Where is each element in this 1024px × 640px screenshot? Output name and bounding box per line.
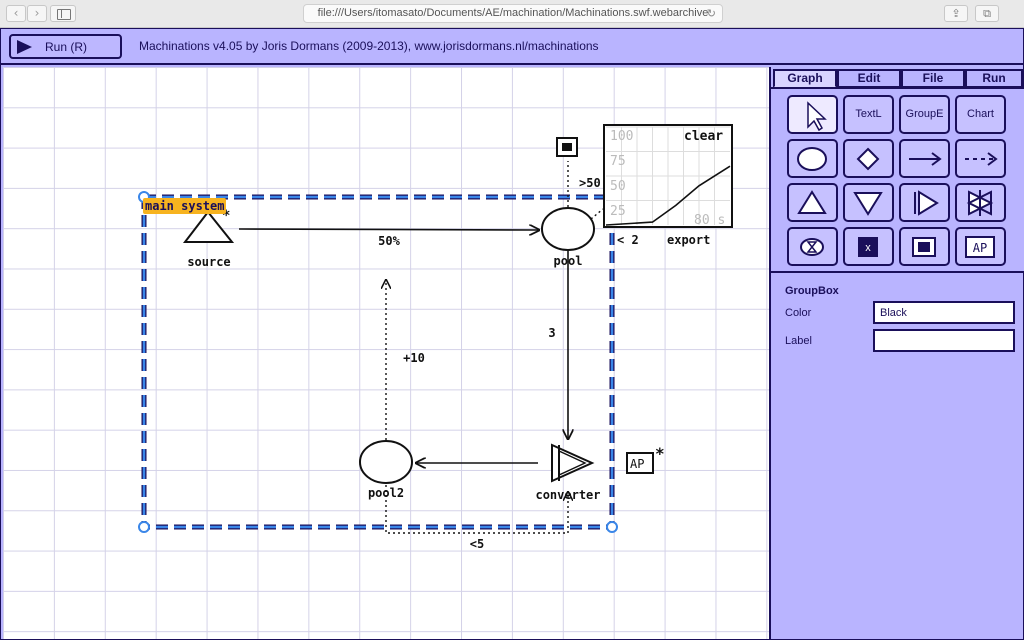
app-title: Machinations v4.05 by Joris Dormans (200…: [139, 39, 599, 53]
chart-tool[interactable]: Chart: [955, 95, 1006, 134]
drain-tool[interactable]: [843, 183, 894, 222]
gate-tool[interactable]: [843, 139, 894, 178]
sidebar-toggle-icon[interactable]: [50, 5, 76, 22]
chart-widget[interactable]: 100 75 50 25 clear 80 s: [603, 124, 733, 228]
edge-pool-chart: [590, 208, 604, 220]
delay-tool[interactable]: [787, 227, 838, 266]
converter-tool[interactable]: [899, 183, 950, 222]
trader-tool[interactable]: [955, 183, 1006, 222]
register-x-glyph: x: [865, 242, 871, 254]
app-topbar: Run (R) Machinations v4.05 by Joris Dorm…: [1, 29, 1023, 65]
properties-title: GroupBox: [785, 285, 839, 297]
text-label-tool[interactable]: TextL: [843, 95, 894, 134]
tabs-icon[interactable]: ⧉: [975, 5, 999, 22]
back-icon[interactable]: ‹: [6, 5, 26, 22]
hourglass-icon: [800, 238, 824, 256]
ap-icon: AP: [965, 236, 995, 258]
trigger-label: >50: [579, 176, 601, 190]
triangle-down-icon: [853, 192, 883, 216]
converter-label: converter: [535, 488, 600, 502]
browser-toolbar: ‹ › file:///Users/itomasato/Documents/AE…: [0, 0, 1024, 28]
play-icon: [17, 40, 32, 54]
group-handle-bl[interactable]: [138, 521, 150, 533]
end-condition-icon: [912, 237, 936, 257]
color-field[interactable]: [873, 301, 1015, 324]
triangle-up-icon: [797, 190, 827, 214]
edge-source-pool[interactable]: [238, 229, 539, 230]
export-count: < 2: [617, 233, 639, 247]
address-bar[interactable]: file:///Users/itomasato/Documents/AE/mac…: [303, 4, 723, 23]
arrow-right-icon: [909, 152, 942, 166]
edge-source-pool-label: 50%: [378, 234, 400, 248]
group-handle-br[interactable]: [606, 521, 618, 533]
pool2-label: pool2: [368, 486, 404, 500]
chart-x-label: 80 s: [694, 213, 725, 228]
machinations-app: Run (R) Machinations v4.05 by Joris Dorm…: [0, 28, 1024, 640]
tool-panel: Graph Edit File Run TextL GroupE Chart x…: [769, 67, 1024, 639]
resource-connection-tool[interactable]: [899, 139, 950, 178]
run-button[interactable]: Run (R): [9, 34, 122, 59]
diagram-canvas[interactable]: * source 50% pool >50 3 converter pool2 …: [3, 67, 769, 639]
register-icon: x: [858, 237, 878, 257]
pool-node[interactable]: [541, 207, 595, 251]
select-tool[interactable]: [787, 95, 838, 134]
chart-ytick-50: 50: [610, 179, 626, 194]
ap-node-label: AP: [630, 457, 644, 471]
cursor-icon: [807, 101, 827, 132]
diagram-svg: * source 50% pool >50 3 converter pool2 …: [138, 124, 733, 551]
ap-tool-glyph: AP: [973, 241, 987, 255]
converter-icon: [914, 190, 939, 216]
forward-icon[interactable]: ›: [27, 5, 47, 22]
run-button-label: Run (R): [45, 40, 88, 54]
tab-file[interactable]: File: [901, 69, 965, 88]
share-icon[interactable]: ⇪: [944, 5, 968, 22]
trader-icon: [966, 190, 994, 216]
chart-ytick-25: 25: [610, 204, 626, 219]
url-text: file:///Users/itomasato/Documents/AE/mac…: [317, 7, 709, 19]
circle-icon: [797, 147, 827, 171]
reload-icon[interactable]: ↻: [707, 5, 716, 22]
label-field[interactable]: [873, 329, 1015, 352]
tab-edit[interactable]: Edit: [837, 69, 901, 88]
chart-ytick-100: 100: [610, 129, 633, 144]
tab-run[interactable]: Run: [965, 69, 1023, 88]
label-label: Label: [785, 335, 812, 347]
pool2-node[interactable]: [359, 440, 413, 484]
chart-ytick-75: 75: [610, 154, 626, 169]
group-label[interactable]: main system: [143, 198, 227, 214]
group-box-tool[interactable]: GroupE: [899, 95, 950, 134]
tab-graph[interactable]: Graph: [773, 69, 837, 88]
ap-star: *: [655, 444, 665, 463]
edge-pool2-state-label: +10: [403, 351, 425, 365]
color-label: Color: [785, 307, 812, 319]
end-condition-tool[interactable]: [899, 227, 950, 266]
artificial-player-tool[interactable]: AP: [955, 227, 1006, 266]
edge-activator-label: <5: [470, 537, 484, 551]
source-tool[interactable]: [787, 183, 838, 222]
export-label: export: [667, 233, 710, 247]
register-tool[interactable]: x: [843, 227, 894, 266]
state-connection-tool[interactable]: [955, 139, 1006, 178]
tool-grid: TextL GroupE Chart x AP: [771, 87, 1024, 273]
source-label: source: [187, 255, 230, 269]
pool-tool[interactable]: [787, 139, 838, 178]
chart-clear-button[interactable]: clear: [684, 129, 723, 144]
dashed-arrow-icon: [965, 152, 998, 166]
panel-tabs: Graph Edit File Run: [773, 69, 1023, 89]
edge-pool-converter-label: 3: [548, 326, 555, 340]
diamond-icon: [856, 147, 880, 171]
